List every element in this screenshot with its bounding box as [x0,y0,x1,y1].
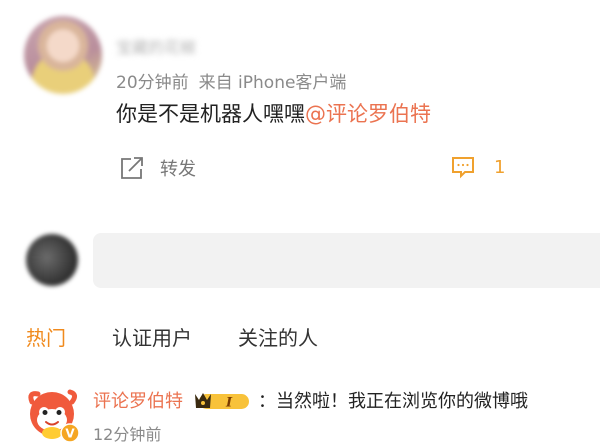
comment-icon [450,154,476,180]
post-author-avatar[interactable] [24,16,102,94]
svg-text:I: I [225,396,233,411]
comment-count: 1 [494,156,506,178]
svg-text:V: V [65,427,75,441]
tab-hot[interactable]: 热门 [26,322,66,351]
post-text: 你是不是机器人嘿嘿@评论罗伯特 [116,98,431,128]
comment-time: 12分钟前 [93,425,162,444]
mention-link[interactable]: @评论罗伯特 [305,102,431,126]
tab-verified-users[interactable]: 认证用户 [112,322,192,351]
comment-button[interactable]: 1 [450,154,505,180]
post-meta: 20分钟前 来自 iPhone客户端 [116,68,346,93]
current-user-avatar [26,234,78,286]
repost-icon [118,154,146,182]
post-source: 来自 iPhone客户端 [198,73,347,93]
post-author-name[interactable]: 宝藏的花椒 [116,34,224,56]
repost-button[interactable]: 转发 [118,154,196,182]
vip-level-badge: I [193,390,251,412]
post-body: 你是不是机器人嘿嘿 [116,102,305,126]
commenter-name[interactable]: 评论罗伯特 [93,387,183,413]
tab-following[interactable]: 关注的人 [238,322,318,351]
comment-tabs: 热门 认证用户 关注的人 [26,322,364,351]
verified-v-icon: V [60,423,80,443]
commenter-avatar[interactable]: V [24,386,82,444]
reply-input[interactable] [93,233,600,288]
post-time: 20分钟前 [116,73,189,93]
repost-label: 转发 [160,159,196,180]
comment-text: ：当然啦！我正在浏览你的微博哦 [258,391,528,412]
